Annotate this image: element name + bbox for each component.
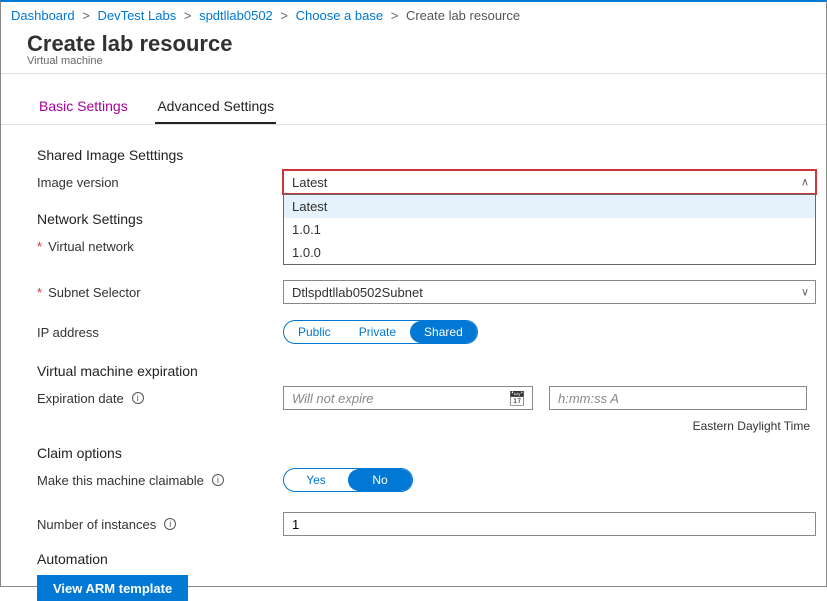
tab-basic-settings[interactable]: Basic Settings xyxy=(37,92,130,122)
section-shared-image: Shared Image Setttings xyxy=(37,147,816,163)
claimable-no[interactable]: No xyxy=(348,469,412,491)
required-icon: * xyxy=(37,239,42,254)
info-icon[interactable]: i xyxy=(132,392,144,404)
crumb-choosebase[interactable]: Choose a base xyxy=(296,8,383,23)
label-claimable: Make this machine claimable i xyxy=(37,473,283,488)
label-expiration-date: Expiration date i xyxy=(37,391,283,406)
view-arm-template-button[interactable]: View ARM template xyxy=(37,575,188,601)
expiration-time-placeholder: h:mm:ss A xyxy=(558,391,619,406)
ip-private-option[interactable]: Private xyxy=(345,321,410,343)
chevron-right-icon: > xyxy=(184,8,192,23)
info-icon[interactable]: i xyxy=(212,474,224,486)
expiration-date-placeholder: Will not expire xyxy=(292,391,374,406)
section-vm-expiration: Virtual machine expiration xyxy=(37,363,816,379)
claimable-yes[interactable]: Yes xyxy=(284,469,348,491)
image-version-option[interactable]: 1.0.0 xyxy=(284,241,815,264)
info-icon[interactable]: i xyxy=(164,518,176,530)
chevron-right-icon: > xyxy=(391,8,399,23)
page-title: Create lab resource xyxy=(27,31,826,57)
ip-shared-option[interactable]: Shared xyxy=(410,321,477,343)
label-image-version: Image version xyxy=(37,175,283,190)
timezone-note: Eastern Daylight Time xyxy=(37,415,816,433)
ip-address-toggle: Public Private Shared xyxy=(283,320,478,344)
label-ip-address: IP address xyxy=(37,325,283,340)
image-version-value: Latest xyxy=(292,175,327,190)
page-header: Create lab resource Virtual machine xyxy=(1,31,826,73)
crumb-labname[interactable]: spdtllab0502 xyxy=(199,8,273,23)
ip-public-option[interactable]: Public xyxy=(284,321,345,343)
label-virtual-network: * Virtual network xyxy=(37,239,283,254)
image-version-dropdown: Latest 1.0.1 1.0.0 xyxy=(283,194,816,265)
section-claim-options: Claim options xyxy=(37,445,816,461)
image-version-select[interactable]: Latest ∧ xyxy=(283,170,816,194)
chevron-right-icon: > xyxy=(280,8,288,23)
chevron-down-icon: ∨ xyxy=(801,286,809,299)
crumb-current: Create lab resource xyxy=(406,8,520,23)
expiration-date-input[interactable]: Will not expire 📅︎ xyxy=(283,386,533,410)
crumb-devtestlabs[interactable]: DevTest Labs xyxy=(97,8,176,23)
calendar-icon[interactable]: 📅︎ xyxy=(508,390,526,407)
num-instances-input[interactable] xyxy=(283,512,816,536)
chevron-up-icon: ∧ xyxy=(801,176,809,189)
label-num-instances: Number of instances i xyxy=(37,517,283,532)
image-version-option[interactable]: Latest xyxy=(284,195,815,218)
chevron-right-icon: > xyxy=(82,8,90,23)
claimable-toggle: Yes No xyxy=(283,468,413,492)
section-automation: Automation xyxy=(37,551,816,567)
label-subnet-selector: * Subnet Selector xyxy=(37,285,283,300)
image-version-option[interactable]: 1.0.1 xyxy=(284,218,815,241)
required-icon: * xyxy=(37,285,42,300)
tabs: Basic Settings Advanced Settings xyxy=(1,74,826,124)
subnet-select[interactable]: Dtlspdtllab0502Subnet ∨ xyxy=(283,280,816,304)
tab-advanced-settings[interactable]: Advanced Settings xyxy=(155,92,276,124)
subnet-value: Dtlspdtllab0502Subnet xyxy=(292,285,423,300)
crumb-dashboard[interactable]: Dashboard xyxy=(11,8,75,23)
expiration-time-input[interactable]: h:mm:ss A xyxy=(549,386,807,410)
